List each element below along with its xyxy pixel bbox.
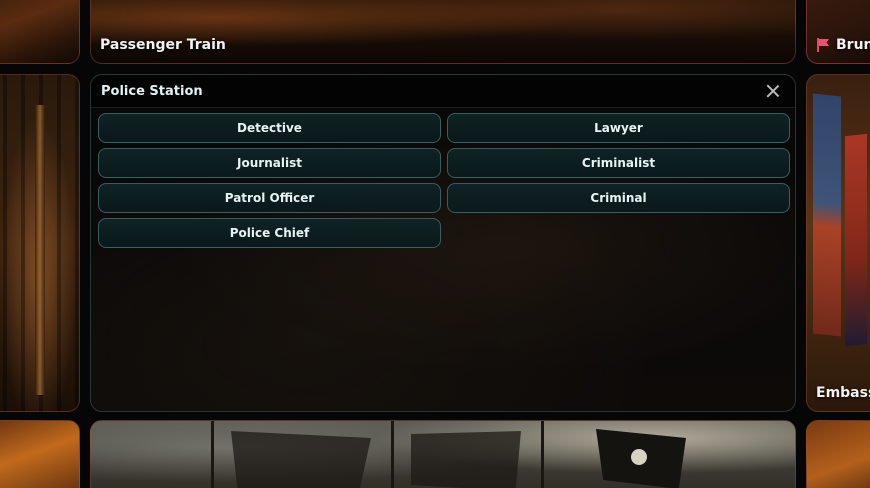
location-card-top-left[interactable] [0,0,80,64]
sail-illustration [231,431,371,488]
role-button-journalist[interactable]: Journalist [98,148,441,178]
role-button-criminal[interactable]: Criminal [447,183,790,213]
card-label-wrap: Brun [816,37,870,53]
flag-icon [816,38,830,52]
mast-illustration [541,421,544,488]
popup-header: Police Station [91,75,795,108]
location-card-brun[interactable]: Brun [806,0,870,64]
location-card-bottom-right[interactable] [806,420,870,488]
role-button-patrol-officer[interactable]: Patrol Officer [98,183,441,213]
skull-icon [631,449,647,465]
flag-illustration [845,133,867,347]
role-list: Detective Lawyer Journalist Criminalist … [98,113,790,248]
role-button-detective[interactable]: Detective [98,113,441,143]
location-card-pirate-ship[interactable] [90,420,796,488]
location-card-embassy[interactable]: Embassy [806,74,870,412]
pillar-illustration [35,105,45,395]
role-button-lawyer[interactable]: Lawyer [447,113,790,143]
location-card-left[interactable] [0,74,80,412]
location-roles-popup: Police Station Detective Lawyer Journali… [90,74,796,412]
close-icon[interactable] [764,82,782,100]
card-label: Passenger Train [100,37,226,53]
location-card-bottom-left[interactable] [0,420,80,488]
sail-illustration [411,431,521,488]
mast-illustration [211,421,214,488]
location-grid: Passenger Train Brun Embassy Police Stat… [0,0,870,488]
card-label: Brun [836,37,870,53]
role-button-police-chief[interactable]: Police Chief [98,218,441,248]
popup-title: Police Station [101,83,203,99]
mast-illustration [391,421,394,488]
flag-illustration [813,93,841,337]
location-card-passenger-train[interactable]: Passenger Train [90,0,796,64]
role-button-criminalist[interactable]: Criminalist [447,148,790,178]
card-label: Embassy [816,385,870,401]
